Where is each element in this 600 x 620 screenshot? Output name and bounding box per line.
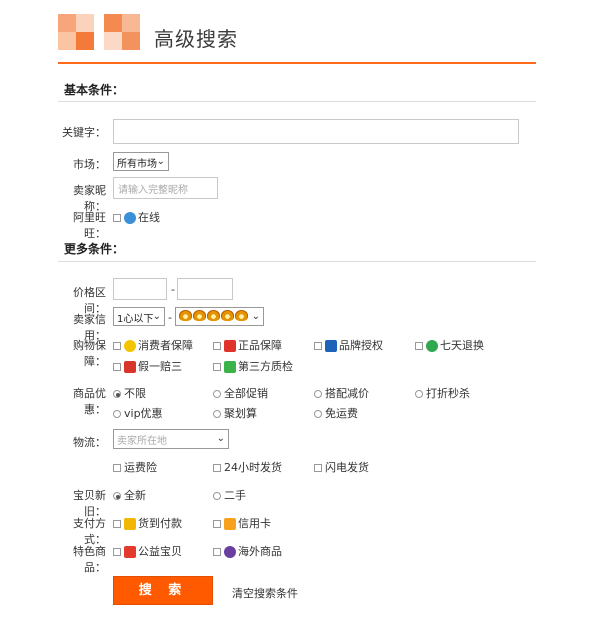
location-select[interactable]: 卖家所在地 ⌄ [113, 429, 229, 449]
wangwang-label: 阿里旺旺： [73, 211, 106, 240]
chevron-down-icon: ⌄ [251, 311, 260, 322]
special-option[interactable]: 公益宝贝 [113, 543, 182, 559]
radio[interactable] [314, 390, 322, 398]
more-section-heading: 更多条件： [64, 242, 125, 256]
logistics-label: 物流： [73, 436, 106, 449]
checkbox[interactable] [213, 548, 221, 556]
guarantee-option[interactable]: 第三方质检 [213, 358, 293, 374]
logistics-option[interactable]: 24小时发货 [213, 459, 282, 475]
logistics-option[interactable]: 闪电发货 [314, 459, 369, 475]
promo-option[interactable]: 打折秒杀 [415, 385, 470, 401]
chevron-down-icon: ⌄ [216, 433, 225, 444]
credit-card-icon [224, 518, 236, 530]
crown-icons [179, 310, 249, 322]
radio[interactable] [415, 390, 423, 398]
guarantee-label: 购物保障： [73, 339, 106, 368]
price-min-input[interactable] [113, 278, 167, 300]
radio[interactable] [213, 390, 221, 398]
clear-conditions-link[interactable]: 清空搜索条件 [232, 585, 298, 601]
promo-option[interactable]: 聚划算 [213, 405, 257, 421]
section-divider [58, 261, 536, 262]
overseas-icon [224, 546, 236, 558]
condition-option[interactable]: 全新 [113, 487, 146, 503]
checkbox[interactable] [113, 363, 121, 371]
promo-option[interactable]: 搭配减价 [314, 385, 369, 401]
seven-day-return-icon [426, 340, 438, 352]
keyword-label: 关键字： [62, 126, 106, 139]
guarantee-option[interactable]: 品牌授权 [314, 337, 383, 353]
section-divider [58, 101, 536, 102]
chevron-down-icon: ⌄ [156, 156, 165, 167]
payment-option[interactable]: 信用卡 [213, 515, 271, 531]
seller-nick-input[interactable]: 请输入完整昵称 [113, 177, 218, 199]
checkbox[interactable] [213, 342, 221, 350]
radio[interactable] [213, 410, 221, 418]
site-logo [58, 14, 148, 50]
consumer-protection-icon [124, 340, 136, 352]
promo-option[interactable]: 不限 [113, 385, 146, 401]
brand-authorization-icon [325, 340, 337, 352]
keyword-input[interactable] [113, 119, 519, 144]
special-label: 特色商品： [73, 545, 106, 574]
promo-label: 商品优惠： [73, 387, 106, 416]
payment-option[interactable]: 货到付款 [113, 515, 182, 531]
radio[interactable] [113, 390, 121, 398]
fake-compensation-icon [124, 361, 136, 373]
market-label: 市场： [73, 158, 106, 171]
wangwang-online-option[interactable]: 在线 [113, 209, 160, 225]
price-max-input[interactable] [177, 278, 233, 300]
cash-on-delivery-icon [124, 518, 136, 530]
page-title: 高级搜索 [154, 27, 238, 51]
checkbox[interactable] [213, 464, 221, 472]
checkbox[interactable] [113, 548, 121, 556]
credit-max-select[interactable]: ⌄ [175, 307, 264, 326]
credit-separator: - [168, 311, 172, 324]
logistics-option[interactable]: 运费险 [113, 459, 157, 475]
third-party-inspection-icon [224, 361, 236, 373]
wangwang-icon [124, 212, 136, 224]
guarantee-option[interactable]: 消费者保障 [113, 337, 193, 353]
checkbox[interactable] [314, 342, 322, 350]
promo-option[interactable]: 免运费 [314, 405, 358, 421]
guarantee-option[interactable]: 正品保障 [213, 337, 282, 353]
special-option[interactable]: 海外商品 [213, 543, 282, 559]
checkbox[interactable] [415, 342, 423, 350]
price-separator: - [171, 283, 175, 296]
radio[interactable] [314, 410, 322, 418]
checkbox[interactable] [113, 214, 121, 222]
checkbox[interactable] [113, 520, 121, 528]
market-select[interactable]: 所有市场 ⌄ [113, 152, 169, 171]
condition-option[interactable]: 二手 [213, 487, 246, 503]
radio[interactable] [113, 410, 121, 418]
guarantee-option[interactable]: 七天退换 [415, 337, 484, 353]
search-button[interactable]: 搜 索 [113, 576, 213, 605]
checkbox[interactable] [314, 464, 322, 472]
basic-section-heading: 基本条件： [64, 83, 125, 97]
radio[interactable] [113, 492, 121, 500]
genuine-guarantee-icon [224, 340, 236, 352]
charity-icon [124, 546, 136, 558]
chevron-down-icon: ⌄ [152, 311, 161, 322]
checkbox[interactable] [213, 363, 221, 371]
promo-option[interactable]: 全部促销 [213, 385, 268, 401]
radio[interactable] [213, 492, 221, 500]
checkbox[interactable] [113, 342, 121, 350]
credit-min-select[interactable]: 1心以下 ⌄ [113, 307, 165, 326]
promo-option[interactable]: vip优惠 [113, 405, 163, 421]
checkbox[interactable] [113, 464, 121, 472]
checkbox[interactable] [213, 520, 221, 528]
guarantee-option[interactable]: 假一赔三 [113, 358, 182, 374]
page-header: 高级搜索 [58, 14, 536, 64]
